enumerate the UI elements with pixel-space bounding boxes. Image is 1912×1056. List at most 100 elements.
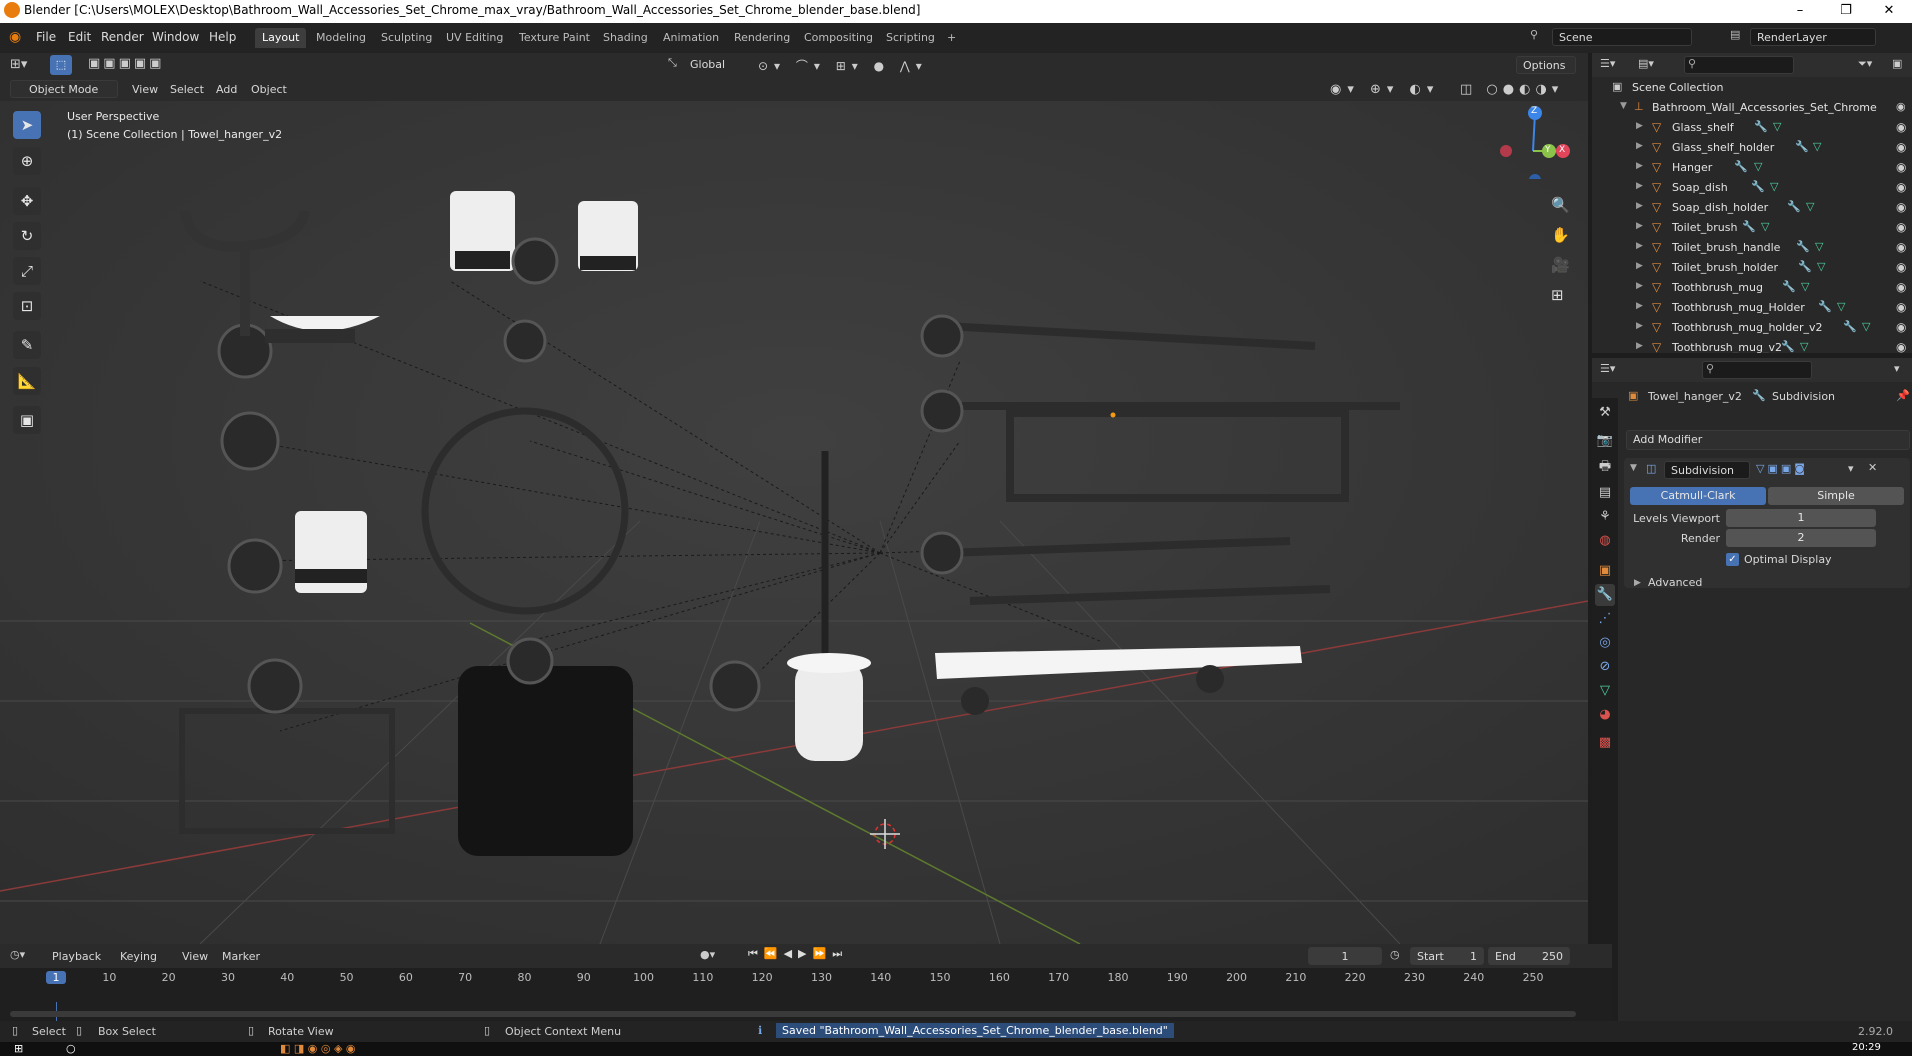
breadcrumb-modifier[interactable]: Subdivision	[1772, 390, 1835, 403]
menu-file[interactable]: File	[32, 27, 60, 47]
breadcrumb-object[interactable]: Towel_hanger_v2	[1648, 390, 1742, 403]
transform-tool[interactable]: ⊡	[13, 292, 41, 320]
expand-triangle-icon[interactable]: ▶	[1636, 141, 1643, 151]
add-cube-tool[interactable]: ▣	[13, 406, 41, 434]
cursor-tool[interactable]: ⊕	[13, 147, 41, 175]
add-workspace-button[interactable]: +	[940, 28, 963, 48]
move-tool[interactable]: ✥	[13, 187, 41, 215]
timeline-menu-view[interactable]: View	[176, 948, 214, 965]
tab-texture-paint[interactable]: Texture Paint	[512, 28, 597, 48]
menu-render[interactable]: Render	[97, 27, 148, 47]
catmull-clark-button[interactable]: Catmull-Clark	[1630, 487, 1766, 505]
options-dropdown[interactable]: Options	[1516, 56, 1576, 74]
outliner-item-toilet-brush[interactable]: ▶ ▽ Toilet_brush 🔧 ▽ ◉	[1592, 218, 1912, 238]
expand-triangle-icon[interactable]: ▶	[1636, 241, 1643, 251]
optimal-display-checkbox[interactable]: ✓	[1726, 553, 1739, 566]
start-frame-field[interactable]: Start 1	[1410, 947, 1484, 965]
viewport-menu-view[interactable]: View	[126, 81, 164, 98]
visibility-eye-icon[interactable]: ◉	[1896, 220, 1906, 234]
scene-selector[interactable]: Scene	[1552, 28, 1692, 46]
visibility-eye-icon[interactable]: ◉	[1896, 180, 1906, 194]
visibility-eye-icon[interactable]: ◉	[1896, 340, 1906, 354]
outliner-scene-collection[interactable]: ▣ Scene Collection	[1592, 78, 1912, 98]
tab-layout[interactable]: Layout	[255, 28, 307, 48]
viewport-menu-select[interactable]: Select	[164, 81, 210, 98]
rotate-tool[interactable]: ↻	[13, 222, 41, 250]
visibility-eye-icon[interactable]: ◉	[1896, 240, 1906, 254]
expand-triangle-icon[interactable]: ▶	[1636, 281, 1643, 291]
timeline-editor-type-icon[interactable]: ◷▾	[10, 948, 25, 961]
current-frame-field[interactable]: 1	[1308, 947, 1382, 965]
particles-tab-icon[interactable]: ⋰	[1595, 608, 1615, 630]
advanced-expand-icon[interactable]: ▶	[1634, 578, 1641, 588]
outliner-item-toilet-brush-holder[interactable]: ▶ ▽ Toilet_brush_holder 🔧 ▽ ◉	[1592, 258, 1912, 278]
render-tab-icon[interactable]: 📷	[1595, 430, 1615, 452]
visibility-eye-icon[interactable]: ◉	[1896, 100, 1906, 113]
collapse-icon[interactable]: ▾	[1894, 362, 1900, 375]
shading-mode-icons[interactable]: ◫ ○●◐◑▾	[1460, 82, 1563, 97]
taskbar-search-icon[interactable]: ○	[66, 1042, 76, 1055]
remove-modifier-icon[interactable]: ✕	[1868, 461, 1877, 474]
outliner-item-toilet-brush-handle[interactable]: ▶ ▽ Toilet_brush_handle 🔧 ▽ ◉	[1592, 238, 1912, 258]
outliner-item-hanger[interactable]: ▶ ▽ Hanger 🔧 ▽ ◉	[1592, 158, 1912, 178]
data-tab-icon[interactable]: ▽	[1595, 680, 1615, 702]
output-tab-icon[interactable]: 🖶	[1595, 456, 1615, 478]
outliner-item-soap-dish[interactable]: ▶ ▽ Soap_dish 🔧 ▽ ◉	[1592, 178, 1912, 198]
expand-triangle-icon[interactable]: ▼	[1620, 101, 1627, 111]
viewport-menu-object[interactable]: Object	[245, 81, 293, 98]
camera-icon[interactable]: 🎥	[1551, 256, 1570, 274]
3d-viewport[interactable]: User Perspective (1) Scene Collection | …	[0, 101, 1588, 944]
visibility-eye-icon[interactable]: ◉	[1896, 160, 1906, 174]
modifier-name-input[interactable]: Subdivision	[1664, 461, 1750, 479]
taskbar-app-icons[interactable]: ◧ ◨ ◉ ◎ ◈ ◉	[280, 1042, 356, 1055]
visibility-eye-icon[interactable]: ◉	[1896, 120, 1906, 134]
timeline-scrollbar[interactable]	[10, 1011, 1576, 1017]
expand-triangle-icon[interactable]: ▶	[1636, 121, 1643, 131]
select-tool-icon[interactable]: ⬚	[50, 55, 72, 75]
record-icon[interactable]: ●▾	[700, 948, 715, 961]
material-tab-icon[interactable]: ◕	[1595, 704, 1615, 726]
expand-triangle-icon[interactable]: ▶	[1636, 201, 1643, 211]
transform-orientation-select[interactable]: Global	[684, 56, 746, 74]
outliner-collection-row[interactable]: ▼ ⊥ Bathroom_Wall_Accessories_Set_Chrome…	[1592, 98, 1912, 118]
menu-edit[interactable]: Edit	[64, 27, 95, 47]
modifier-visibility-icons[interactable]: ▽▣▣◙	[1756, 462, 1808, 475]
visibility-eye-icon[interactable]: ◉	[1896, 140, 1906, 154]
outliner-item-toothbrush-mug-holder[interactable]: ▶ ▽ Toothbrush_mug_Holder 🔧 ▽ ◉	[1592, 298, 1912, 318]
expand-triangle-icon[interactable]: ▶	[1636, 261, 1643, 271]
selection-mode-icons[interactable]: ▣▣▣▣▣	[88, 56, 164, 71]
object-tab-icon[interactable]: ▣	[1595, 560, 1615, 582]
timeline-menu-playback[interactable]: Playback	[46, 948, 107, 965]
navigation-gizmo[interactable]: Z Y X	[1493, 101, 1573, 186]
expand-triangle-icon[interactable]: ▶	[1636, 301, 1643, 311]
timeline-track-area[interactable]: 1 10 20 30 40 50 60 70 80 90 100 110 120 130 140 150 160…	[0, 968, 1612, 1022]
tab-rendering[interactable]: Rendering	[727, 28, 797, 48]
outliner-item-glass-shelf[interactable]: ▶ ▽ Glass_shelf 🔧 ▽ ◉	[1592, 118, 1912, 138]
blender-menu-icon[interactable]: ◉	[9, 29, 21, 45]
menu-help[interactable]: Help	[205, 27, 240, 47]
end-frame-field[interactable]: End 250	[1488, 947, 1570, 965]
tab-uv-editing[interactable]: UV Editing	[439, 28, 510, 48]
outliner-editor-type-icon[interactable]: ☰▾	[1600, 57, 1615, 70]
visibility-eye-icon[interactable]: ◉	[1896, 320, 1906, 334]
visibility-eye-icon[interactable]: ◉	[1896, 280, 1906, 294]
menu-window[interactable]: Window	[148, 27, 203, 47]
visibility-eye-icon[interactable]: ◉	[1896, 300, 1906, 314]
expand-triangle-icon[interactable]: ▶	[1636, 321, 1643, 331]
tab-scripting[interactable]: Scripting	[879, 28, 942, 48]
expand-triangle-icon[interactable]: ▶	[1636, 161, 1643, 171]
windows-start-icon[interactable]: ⊞	[14, 1042, 23, 1055]
texture-tab-icon[interactable]: ▩	[1595, 732, 1615, 754]
tab-modeling[interactable]: Modeling	[309, 28, 373, 48]
outliner-item-soap-dish-holder[interactable]: ▶ ▽ Soap_dish_holder 🔧 ▽ ◉	[1592, 198, 1912, 218]
pan-hand-icon[interactable]: ✋	[1551, 226, 1570, 244]
visibility-eye-icon[interactable]: ◉	[1896, 200, 1906, 214]
close-button[interactable]: ✕	[1866, 0, 1912, 23]
scale-tool[interactable]: ⤢	[13, 257, 41, 285]
view-layer-selector[interactable]: RenderLayer	[1750, 28, 1876, 46]
minimize-button[interactable]: –	[1777, 0, 1823, 23]
expand-triangle-icon[interactable]: ▶	[1636, 221, 1643, 231]
tab-compositing[interactable]: Compositing	[797, 28, 880, 48]
modifier-menu-icon[interactable]: ▾	[1848, 462, 1854, 475]
pivot-snap-icons[interactable]: ⊙▾ ⌒▾ ⊞▾ ● ⋀▾	[758, 57, 928, 74]
